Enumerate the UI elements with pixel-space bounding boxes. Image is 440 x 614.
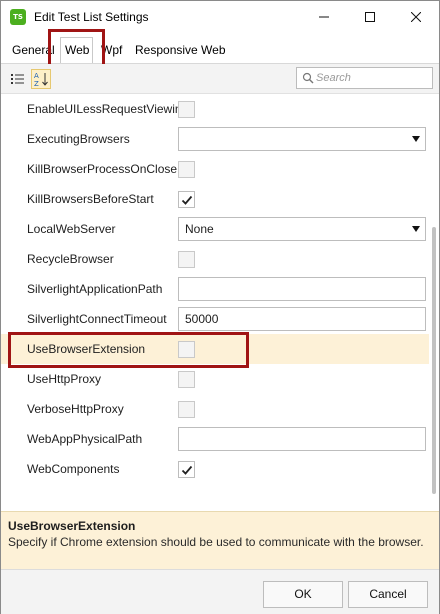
dialog-window: TS Edit Test List Settings General Web W… [0,0,440,614]
property-textbox[interactable] [178,277,426,301]
property-row-localwebserver[interactable]: LocalWebServer None [1,214,429,244]
property-name: RecycleBrowser [27,252,114,266]
property-name: WebComponents [27,462,120,476]
property-row-killbrowserprocessonclose[interactable]: KillBrowserProcessOnClose [1,154,429,184]
search-placeholder: Search [316,72,351,84]
property-name: WebAppPhysicalPath [27,432,143,446]
svg-text:A: A [34,72,39,80]
cancel-button[interactable]: Cancel [348,581,428,608]
description-title: UseBrowserExtension [8,519,136,533]
maximize-button[interactable] [347,1,393,33]
property-name: VerboseHttpProxy [27,402,124,416]
property-name: LocalWebServer [27,222,116,236]
property-checkbox[interactable] [178,101,195,118]
property-row-silverlightconnecttimeout[interactable]: SilverlightConnectTimeout 50000 [1,304,429,334]
categorized-button[interactable] [8,69,28,89]
property-checkbox[interactable] [178,251,195,268]
property-checkbox[interactable] [178,371,195,388]
property-row-enableuilessrequestviewing[interactable]: EnableUILessRequestViewing [1,94,429,124]
property-row-executingbrowsers[interactable]: ExecutingBrowsers [1,124,429,154]
property-name: ExecutingBrowsers [27,132,130,146]
window-title: Edit Test List Settings [34,10,149,24]
search-box[interactable]: Search [296,67,433,89]
svg-text:Z: Z [34,80,39,88]
property-name: SilverlightApplicationPath [27,282,163,296]
description-text: Specify if Chrome extension should be us… [8,535,424,549]
dialog-footer: OK Cancel [1,569,439,614]
checkmark-icon [181,195,193,205]
property-combobox[interactable] [178,127,426,151]
property-combobox[interactable]: None [178,217,426,241]
property-toolbar: A Z Search [1,64,439,94]
property-row-recyclebrowser[interactable]: RecycleBrowser [1,244,429,274]
property-row-killbrowsersbeforestart[interactable]: KillBrowsersBeforeStart [1,184,429,214]
dropdown-arrow-icon[interactable] [412,226,420,232]
property-grid: EnableUILessRequestViewing ExecutingBrow… [1,94,429,494]
scrollbar-thumb[interactable] [432,227,436,494]
property-row-usehttpproxy[interactable]: UseHttpProxy [1,364,429,394]
property-name: UseHttpProxy [27,372,102,386]
dropdown-arrow-icon[interactable] [412,136,420,142]
property-row-webcomponents[interactable]: WebComponents [1,454,429,484]
sort-alpha-icon: A Z [34,72,48,88]
property-name: SilverlightConnectTimeout [27,312,167,326]
close-icon [410,11,422,23]
checkmark-icon [181,465,193,475]
property-checkbox[interactable] [178,191,195,208]
close-button[interactable] [393,1,439,33]
property-name: KillBrowserProcessOnClose [27,162,178,176]
property-name: EnableUILessRequestViewing [27,102,189,116]
maximize-icon [365,12,375,22]
tab-responsive-web[interactable]: Responsive Web [135,43,226,57]
ok-button[interactable]: OK [263,581,343,608]
combo-value: None [185,222,214,236]
property-textbox[interactable]: 50000 [178,307,426,331]
usebrowserextension-highlight [8,332,249,368]
property-checkbox[interactable] [178,401,195,418]
property-checkbox[interactable] [178,461,195,478]
property-row-silverlightapplicationpath[interactable]: SilverlightApplicationPath [1,274,429,304]
search-icon [302,72,314,84]
property-row-verbosehttpproxy[interactable]: VerboseHttpProxy [1,394,429,424]
property-textbox[interactable] [178,427,426,451]
property-name: KillBrowsersBeforeStart [27,192,154,206]
minimize-button[interactable] [301,1,347,33]
property-checkbox[interactable] [178,161,195,178]
categorized-icon [11,74,24,84]
property-row-webappphysicalpath[interactable]: WebAppPhysicalPath [1,424,429,454]
app-icon: TS [10,9,26,25]
description-panel: UseBrowserExtension Specify if Chrome ex… [1,511,439,569]
vertical-scrollbar[interactable] [429,94,439,494]
minimize-icon [319,16,329,18]
alphabetical-sort-button[interactable]: A Z [31,69,51,89]
